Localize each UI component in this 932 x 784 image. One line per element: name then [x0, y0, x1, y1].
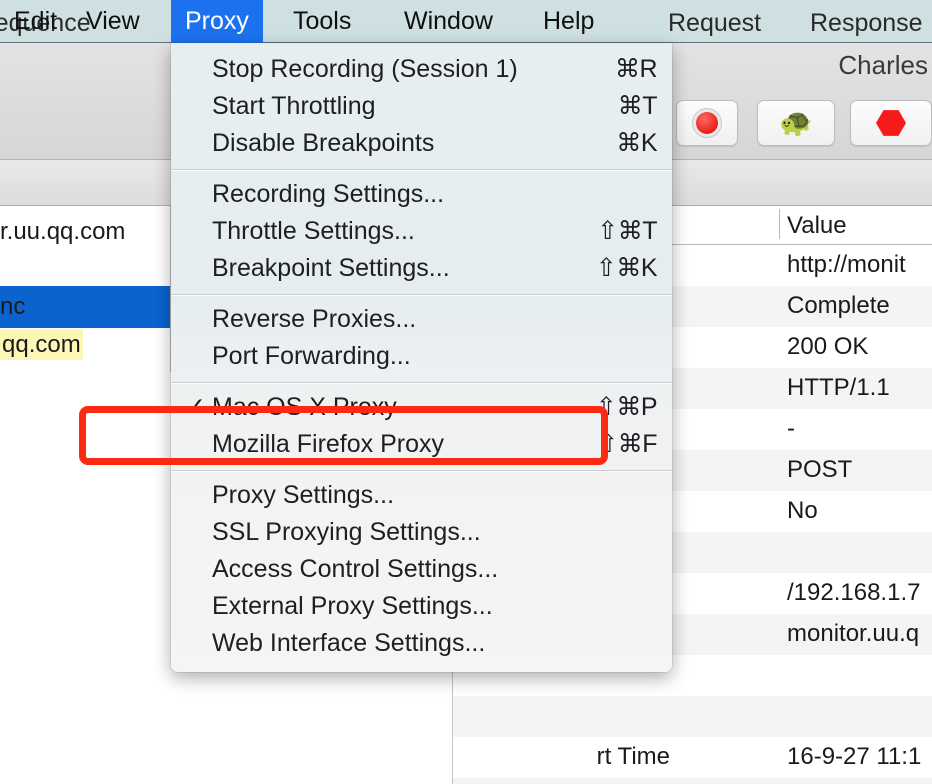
table-row[interactable]: rt Time 16-9-27 11:1	[453, 737, 932, 778]
menu-tools[interactable]: Tools	[279, 0, 365, 43]
menu-item-label: External Proxy Settings...	[212, 592, 493, 620]
menu-item-shortcut: ⇧⌘P	[595, 393, 658, 421]
search-match-highlight: qq.com	[0, 329, 83, 360]
proxy-dropdown-menu: Stop Recording (Session 1) ⌘R Start Thro…	[171, 43, 672, 672]
list-item-selected[interactable]: nc	[0, 286, 170, 328]
row-value: HTTP/1.1	[787, 374, 890, 401]
menu-item-throttle-settings[interactable]: Throttle Settings... ⇧⌘T	[171, 213, 672, 250]
menu-item-shortcut: ⌘R	[614, 55, 658, 83]
menu-item-label: Breakpoint Settings...	[212, 254, 450, 282]
turtle-icon: 🐢	[779, 107, 813, 138]
menu-separator	[171, 470, 672, 471]
menu-item-label: Disable Breakpoints	[212, 129, 435, 157]
row-value: 200 OK	[787, 333, 869, 360]
menu-item-reverse-proxies[interactable]: Reverse Proxies...	[171, 301, 672, 338]
menu-item-external-proxy-settings[interactable]: External Proxy Settings...	[171, 588, 672, 625]
row-value: http://monit	[787, 251, 906, 278]
menu-item-disable-breakpoints[interactable]: Disable Breakpoints ⌘K	[171, 125, 672, 162]
throttle-button[interactable]: 🐢	[757, 100, 835, 146]
sequence-list-empty-area	[0, 372, 171, 784]
menu-item-label: Access Control Settings...	[212, 555, 499, 583]
menu-item-label: Web Interface Settings...	[212, 629, 486, 657]
menu-item-label: Mac OS X Proxy	[212, 393, 397, 421]
menu-separator	[171, 382, 672, 383]
menu-item-label: Mozilla Firefox Proxy	[212, 430, 444, 458]
row-value: 16-9-27 11:1	[787, 743, 922, 770]
menu-edit[interactable]: Edit	[0, 0, 71, 43]
menu-help[interactable]: Help	[529, 0, 608, 43]
tab-response[interactable]: Response	[810, 9, 923, 38]
list-item[interactable]: r.uu.qq.com	[0, 218, 170, 246]
menu-item-shortcut: ⌘K	[616, 129, 657, 157]
menu-item-shortcut: ⌘T	[617, 92, 658, 120]
menu-item-label: Port Forwarding...	[212, 342, 411, 370]
tab-request[interactable]: Request	[668, 9, 761, 38]
menu-item-label: Throttle Settings...	[212, 217, 415, 245]
menu-item-port-forwarding[interactable]: Port Forwarding...	[171, 338, 672, 375]
menu-window[interactable]: Window	[390, 0, 507, 43]
row-value: POST	[787, 456, 853, 483]
menu-proxy[interactable]: Proxy	[171, 0, 263, 43]
menu-item-label: Start Throttling	[212, 92, 376, 120]
menu-item-access-control-settings[interactable]: Access Control Settings...	[171, 551, 672, 588]
list-item[interactable]: qq.com	[0, 329, 170, 360]
menu-item-web-interface-settings[interactable]: Web Interface Settings...	[171, 625, 672, 662]
row-name: rt Time	[596, 743, 670, 770]
menu-item-label: Stop Recording (Session 1)	[212, 55, 518, 83]
row-value: /192.168.1.7	[787, 579, 921, 606]
menu-item-shortcut: ⇧⌘T	[597, 217, 657, 245]
menu-item-stop-recording[interactable]: Stop Recording (Session 1) ⌘R	[171, 51, 672, 88]
menu-item-label: SSL Proxying Settings...	[212, 518, 481, 546]
record-dot-icon	[696, 112, 718, 134]
menu-separator	[171, 169, 672, 170]
menu-item-recording-settings[interactable]: Recording Settings...	[171, 176, 672, 213]
sequence-list[interactable]: r.uu.qq.com nc qq.com	[0, 206, 171, 372]
menu-view[interactable]: View	[72, 0, 154, 43]
checkmark-icon: ✓	[185, 393, 206, 421]
window-title: Charles	[838, 50, 928, 80]
column-header-value: Value	[787, 212, 847, 239]
row-value: No	[787, 497, 818, 524]
breakpoints-button[interactable]	[850, 100, 932, 146]
menu-item-breakpoint-settings[interactable]: Breakpoint Settings... ⇧⌘K	[171, 250, 672, 287]
column-divider	[779, 209, 780, 239]
menu-item-mac-os-x-proxy[interactable]: ✓ Mac OS X Proxy ⇧⌘P	[171, 389, 672, 426]
row-value: -	[787, 415, 795, 442]
menu-item-proxy-settings[interactable]: Proxy Settings...	[171, 477, 672, 514]
menu-item-label: Reverse Proxies...	[212, 305, 417, 333]
row-value: Complete	[787, 292, 890, 319]
menu-item-label: Recording Settings...	[212, 180, 445, 208]
menu-item-shortcut: ⇧⌘F	[597, 430, 657, 458]
menu-item-mozilla-firefox-proxy[interactable]: Mozilla Firefox Proxy ⇧⌘F	[171, 426, 672, 463]
table-row[interactable]	[453, 696, 932, 737]
menu-item-start-throttling[interactable]: Start Throttling ⌘T	[171, 88, 672, 125]
menu-separator	[171, 294, 672, 295]
row-value: monitor.uu.q	[787, 620, 920, 647]
menu-item-shortcut: ⇧⌘K	[595, 254, 658, 282]
menu-item-label: Proxy Settings...	[212, 481, 395, 509]
menu-item-ssl-proxying-settings[interactable]: SSL Proxying Settings...	[171, 514, 672, 551]
table-row[interactable]: Request End Time 16-9-27 11:1	[453, 778, 932, 784]
record-button[interactable]	[676, 100, 738, 146]
red-hexagon-icon	[876, 110, 906, 136]
